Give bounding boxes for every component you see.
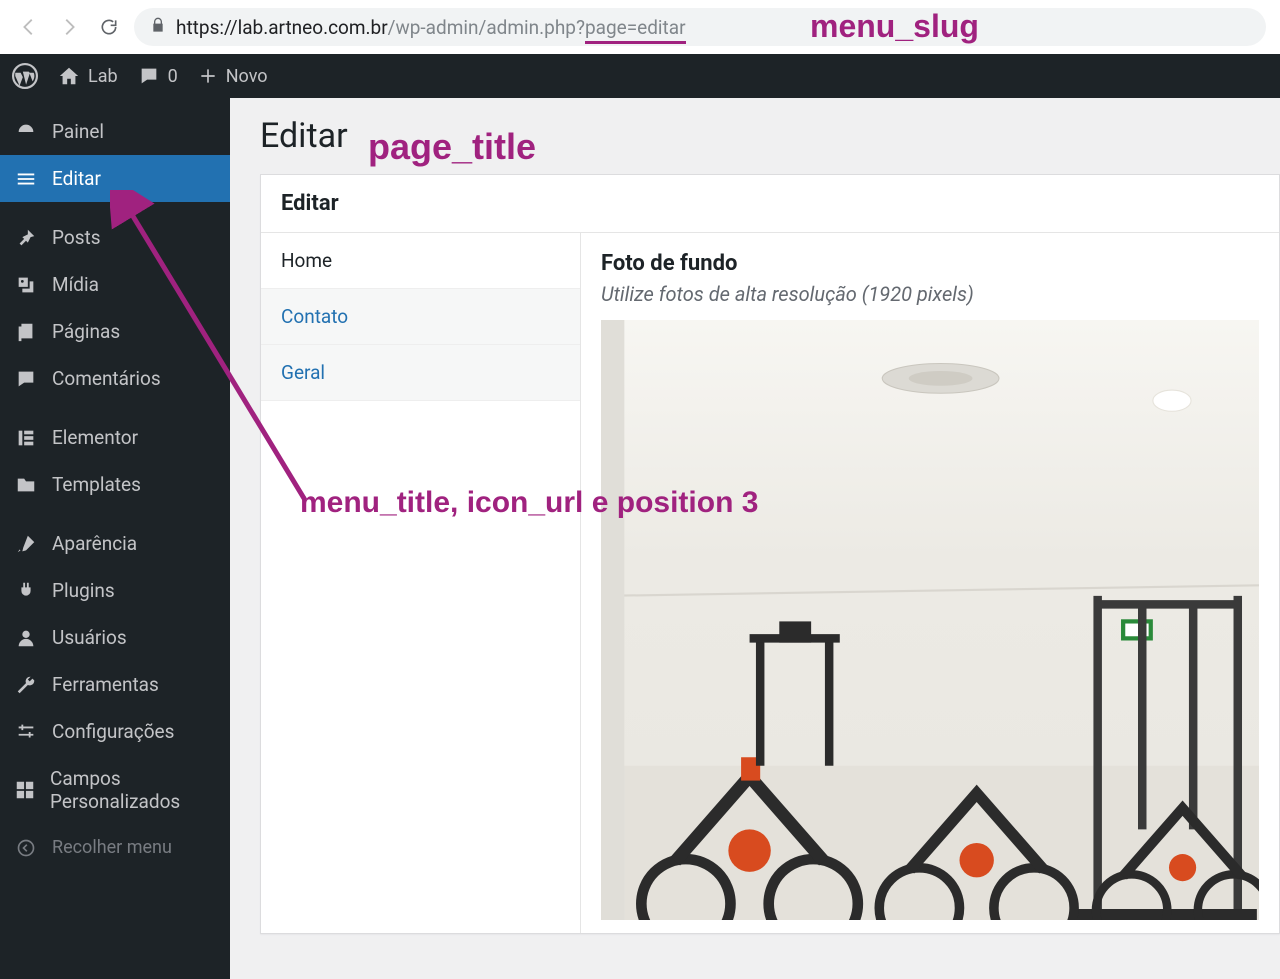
sidebar-item-label: Comentários [52,367,161,390]
tab-panel-home: Foto de fundo Utilize fotos de alta reso… [581,233,1279,933]
sidebar-item-label: Campos Personalizados [50,767,216,813]
browser-forward-button[interactable] [54,12,84,42]
sidebar-collapse-label: Recolher menu [52,837,172,858]
media-icon [14,274,38,296]
tab-geral[interactable]: Geral [261,345,580,401]
sliders-icon [14,721,38,743]
adminbar-new[interactable]: Novo [198,66,268,87]
pin-icon [14,227,38,249]
adminbar-site-name: Lab [88,66,118,87]
sidebar-item-configurações[interactable]: Configurações [0,708,230,755]
sidebar-item-label: Usuários [52,626,127,649]
sidebar-item-templates[interactable]: Templates [0,461,230,508]
reload-icon [99,17,119,37]
sidebar-item-label: Templates [52,473,141,496]
gym-photo-placeholder [601,320,1259,920]
sidebar-item-painel[interactable]: Painel [0,108,230,155]
sidebar-item-ferramentas[interactable]: Ferramentas [0,661,230,708]
tab-list: HomeContatoGeral [261,233,581,933]
sidebar-item-label: Aparência [52,532,137,555]
browser-back-button[interactable] [14,12,44,42]
metabox-title: Editar [261,175,1279,233]
wordpress-icon [12,63,38,89]
menu-icon [14,168,38,190]
browser-reload-button[interactable] [94,12,124,42]
sidebar-item-posts[interactable]: Posts [0,214,230,261]
sidebar-item-campos-personalizados[interactable]: Campos Personalizados [0,755,230,825]
sidebar-item-label: Ferramentas [52,673,159,696]
sidebar-item-label: Editar [52,167,101,190]
sidebar-collapse[interactable]: Recolher menu [0,825,230,870]
sidebar-item-label: Plugins [52,579,115,602]
tab-home[interactable]: Home [261,233,580,289]
arrow-left-icon [18,16,40,38]
adminbar-comments-count: 0 [168,66,178,87]
plus-icon [198,66,218,86]
collapse-icon [14,838,38,858]
browser-url-bar[interactable]: https://lab.artneo.com.br/wp-admin/admin… [134,8,1266,46]
sidebar-item-páginas[interactable]: Páginas [0,308,230,355]
elementor-icon [14,427,38,449]
sidebar-item-label: Mídia [52,273,99,296]
sidebar-item-label: Painel [52,120,104,143]
user-icon [14,627,38,649]
lock-icon [150,16,166,39]
adminbar-new-label: Novo [226,66,268,87]
wp-logo[interactable] [12,63,38,89]
sidebar-item-aparência[interactable]: Aparência [0,520,230,567]
plug-icon [14,580,38,602]
url-text: https://lab.artneo.com.br/wp-admin/admin… [176,16,686,39]
sidebar-item-label: Configurações [52,720,174,743]
wp-sidebar: Painel Editar Posts Mídia Páginas Comentários… [0,98,230,979]
sidebar-item-editar[interactable]: Editar [0,155,230,202]
sidebar-item-usuários[interactable]: Usuários [0,614,230,661]
sidebar-item-label: Páginas [52,320,120,343]
arrow-right-icon [58,16,80,38]
dashboard-icon [14,121,38,143]
tab-contato[interactable]: Contato [261,289,580,345]
brush-icon [14,533,38,555]
adminbar-site[interactable]: Lab [58,65,118,87]
browser-toolbar: https://lab.artneo.com.br/wp-admin/admin… [0,0,1280,54]
wp-content: Editar Editar HomeContatoGeral Foto de f… [230,98,1280,979]
sidebar-item-label: Posts [52,226,101,249]
field-description: Utilize fotos de alta resolução (1920 pi… [601,282,1259,306]
comment-icon [138,65,160,87]
sidebar-item-comentários[interactable]: Comentários [0,355,230,402]
sidebar-item-label: Elementor [52,426,138,449]
sidebar-item-elementor[interactable]: Elementor [0,414,230,461]
field-label: Foto de fundo [601,251,1259,276]
wp-adminbar: Lab 0 Novo [0,54,1280,98]
pages-icon [14,321,38,343]
adminbar-comments[interactable]: 0 [138,65,178,87]
page-title: Editar [260,116,1280,156]
image-preview[interactable] [601,320,1259,920]
home-icon [58,65,80,87]
metabox-editar: Editar HomeContatoGeral Foto de fundo Ut… [260,174,1280,934]
wrench-icon [14,674,38,696]
comment-icon [14,368,38,390]
sidebar-item-plugins[interactable]: Plugins [0,567,230,614]
grid-icon [14,779,36,801]
sidebar-item-mídia[interactable]: Mídia [0,261,230,308]
folder-icon [14,474,38,496]
